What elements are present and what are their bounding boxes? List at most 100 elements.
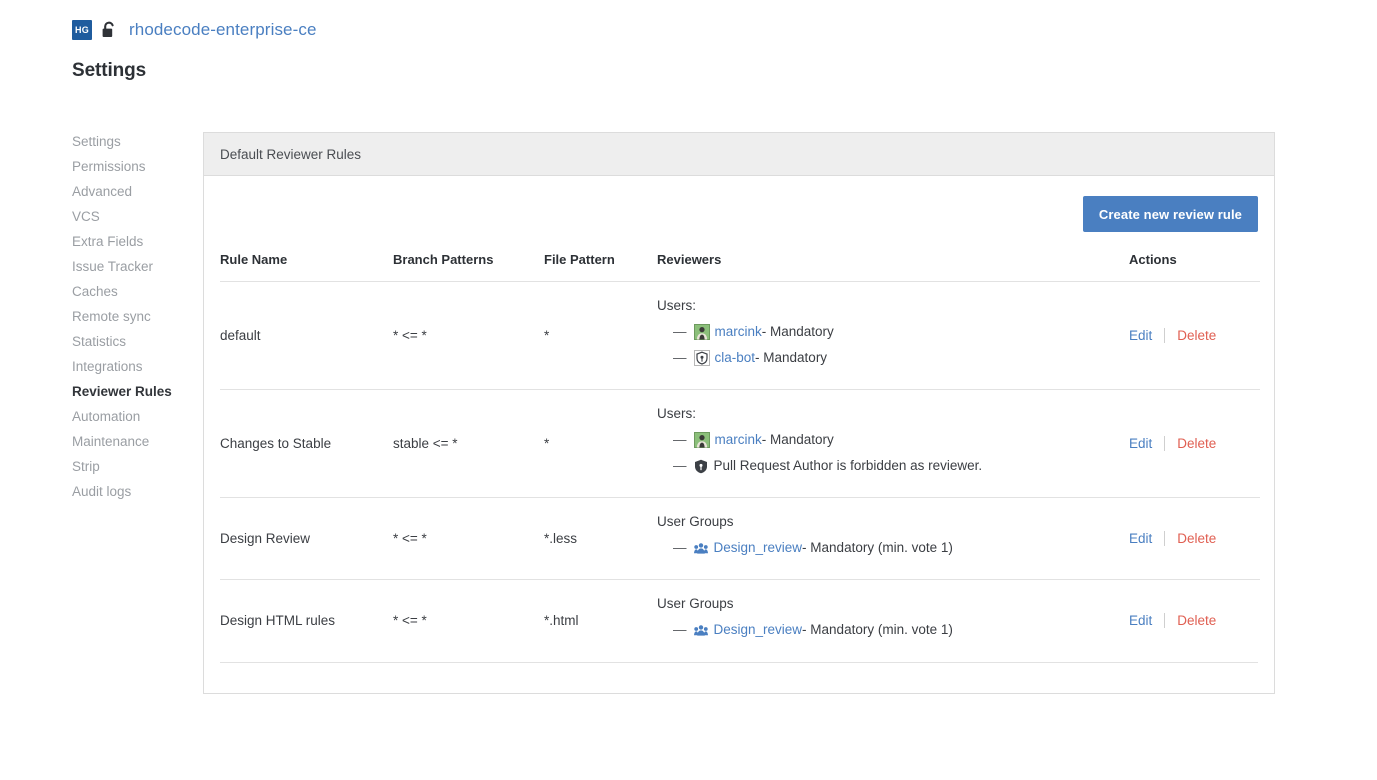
- reviewer-role: - Mandatory (min. vote 1): [802, 619, 953, 641]
- default-reviewer-rules-panel: Default Reviewer Rules Create new review…: [203, 132, 1275, 694]
- table-row: Design Review * <= * *.less User Groups …: [220, 498, 1260, 580]
- reviewer-group-link[interactable]: Design_review: [714, 537, 803, 559]
- create-new-review-rule-button[interactable]: Create new review rule: [1083, 196, 1258, 232]
- delete-rule-link[interactable]: Delete: [1165, 531, 1216, 546]
- cell-reviewers: Users: —: [657, 282, 1129, 390]
- breadcrumb: HG rhodecode-enterprise-ce: [72, 18, 317, 42]
- cell-actions: Edit Delete: [1129, 282, 1260, 390]
- reviewer-entry: — marcink: [657, 321, 1129, 343]
- cell-rule-name: default: [220, 282, 393, 390]
- table-row: Changes to Stable stable <= * * Users: —: [220, 390, 1260, 498]
- sidebar-item-reviewer-rules[interactable]: Reviewer Rules: [72, 379, 192, 404]
- cell-rule-name: Design HTML rules: [220, 580, 393, 662]
- sidebar-item-issue-tracker[interactable]: Issue Tracker: [72, 254, 192, 279]
- reviewer-name-link[interactable]: cla-bot: [715, 347, 756, 369]
- cell-file-pattern: *: [544, 282, 657, 390]
- edit-rule-link[interactable]: Edit: [1129, 328, 1164, 343]
- reviewer-rules-table: Rule Name Branch Patterns File Pattern R…: [220, 252, 1260, 662]
- table-body: default * <= * * Users: —: [220, 282, 1260, 662]
- sidebar-item-audit-logs[interactable]: Audit logs: [72, 479, 192, 504]
- reviewer-entry: — cla-bot: [657, 347, 1129, 369]
- reviewer-name-link[interactable]: marcink: [715, 321, 762, 343]
- user-group-icon: [694, 623, 708, 637]
- page-title: Settings: [72, 60, 146, 82]
- column-header-reviewers: Reviewers: [657, 252, 1129, 282]
- column-header-rule-name: Rule Name: [220, 252, 393, 282]
- cell-file-pattern: *.less: [544, 498, 657, 580]
- edit-rule-link[interactable]: Edit: [1129, 613, 1164, 628]
- list-dash: —: [673, 619, 687, 641]
- cell-branch-pattern: * <= *: [393, 282, 544, 390]
- sidebar-item-extra-fields[interactable]: Extra Fields: [72, 229, 192, 254]
- table-header: Rule Name Branch Patterns File Pattern R…: [220, 252, 1260, 282]
- hg-vcs-badge-icon: HG: [72, 20, 92, 40]
- list-dash: —: [673, 321, 687, 343]
- unlocked-padlock-icon: [101, 20, 117, 40]
- reviewer-name-link[interactable]: marcink: [715, 429, 762, 451]
- column-header-actions: Actions: [1129, 252, 1260, 282]
- column-header-branch-patterns: Branch Patterns: [393, 252, 544, 282]
- shield-box-icon: [694, 350, 710, 366]
- reviewers-group-label: Users:: [657, 406, 1129, 421]
- reviewer-role: - Mandatory: [762, 429, 834, 451]
- cell-rule-name: Design Review: [220, 498, 393, 580]
- reviewers-group-label: Users:: [657, 298, 1129, 313]
- table-bottom-rule: [220, 662, 1258, 693]
- sidebar-item-vcs[interactable]: VCS: [72, 204, 192, 229]
- panel-header: Default Reviewer Rules: [204, 133, 1274, 176]
- sidebar-item-statistics[interactable]: Statistics: [72, 329, 192, 354]
- cell-branch-pattern: stable <= *: [393, 390, 544, 498]
- sidebar-item-permissions[interactable]: Permissions: [72, 154, 192, 179]
- list-dash: —: [673, 455, 687, 477]
- edit-rule-link[interactable]: Edit: [1129, 436, 1164, 451]
- settings-sidebar: Settings Permissions Advanced VCS Extra …: [72, 129, 192, 504]
- user-group-icon: [694, 541, 708, 555]
- reviewer-note: Pull Request Author is forbidden as revi…: [714, 455, 983, 477]
- reviewer-role: - Mandatory: [762, 321, 834, 343]
- list-dash: —: [673, 429, 687, 451]
- edit-rule-link[interactable]: Edit: [1129, 531, 1164, 546]
- reviewer-group-link[interactable]: Design_review: [714, 619, 803, 641]
- sidebar-item-strip[interactable]: Strip: [72, 454, 192, 479]
- cell-branch-pattern: * <= *: [393, 580, 544, 662]
- reviewers-group-label: User Groups: [657, 514, 1129, 529]
- list-dash: —: [673, 537, 687, 559]
- sidebar-item-maintenance[interactable]: Maintenance: [72, 429, 192, 454]
- reviewer-role: - Mandatory (min. vote 1): [802, 537, 953, 559]
- reviewer-entry: — marcink: [657, 429, 1129, 451]
- cell-actions: Edit Delete: [1129, 390, 1260, 498]
- cell-actions: Edit Delete: [1129, 498, 1260, 580]
- cell-rule-name: Changes to Stable: [220, 390, 393, 498]
- reviewer-entry: —: [657, 537, 1129, 559]
- sidebar-item-integrations[interactable]: Integrations: [72, 354, 192, 379]
- cell-reviewers: User Groups —: [657, 498, 1129, 580]
- sidebar-item-automation[interactable]: Automation: [72, 404, 192, 429]
- cell-file-pattern: *.html: [544, 580, 657, 662]
- table-row: default * <= * * Users: —: [220, 282, 1260, 390]
- list-dash: —: [673, 347, 687, 369]
- cell-reviewers: Users: —: [657, 390, 1129, 498]
- shield-plain-icon: [694, 459, 708, 474]
- settings-page: HG rhodecode-enterprise-ce Settings Sett…: [0, 0, 1377, 780]
- reviewer-entry: — Pull Request Author is forbidde: [657, 455, 1129, 477]
- panel-body: Create new review rule Rule Name Branch …: [204, 176, 1274, 693]
- delete-rule-link[interactable]: Delete: [1165, 436, 1216, 451]
- sidebar-item-remote-sync[interactable]: Remote sync: [72, 304, 192, 329]
- sidebar-item-settings[interactable]: Settings: [72, 129, 192, 154]
- sidebar-item-caches[interactable]: Caches: [72, 279, 192, 304]
- sidebar-item-advanced[interactable]: Advanced: [72, 179, 192, 204]
- table-row: Design HTML rules * <= * *.html User Gro…: [220, 580, 1260, 662]
- reviewer-entry: —: [657, 619, 1129, 641]
- cell-file-pattern: *: [544, 390, 657, 498]
- user-avatar-icon: [694, 324, 710, 340]
- reviewers-group-label: User Groups: [657, 596, 1129, 611]
- cell-actions: Edit Delete: [1129, 580, 1260, 662]
- delete-rule-link[interactable]: Delete: [1165, 613, 1216, 628]
- column-header-file-pattern: File Pattern: [544, 252, 657, 282]
- user-avatar-icon: [694, 432, 710, 448]
- cell-branch-pattern: * <= *: [393, 498, 544, 580]
- cell-reviewers: User Groups —: [657, 580, 1129, 662]
- create-rule-row: Create new review rule: [220, 176, 1258, 252]
- delete-rule-link[interactable]: Delete: [1165, 328, 1216, 343]
- repo-name-link[interactable]: rhodecode-enterprise-ce: [129, 20, 317, 40]
